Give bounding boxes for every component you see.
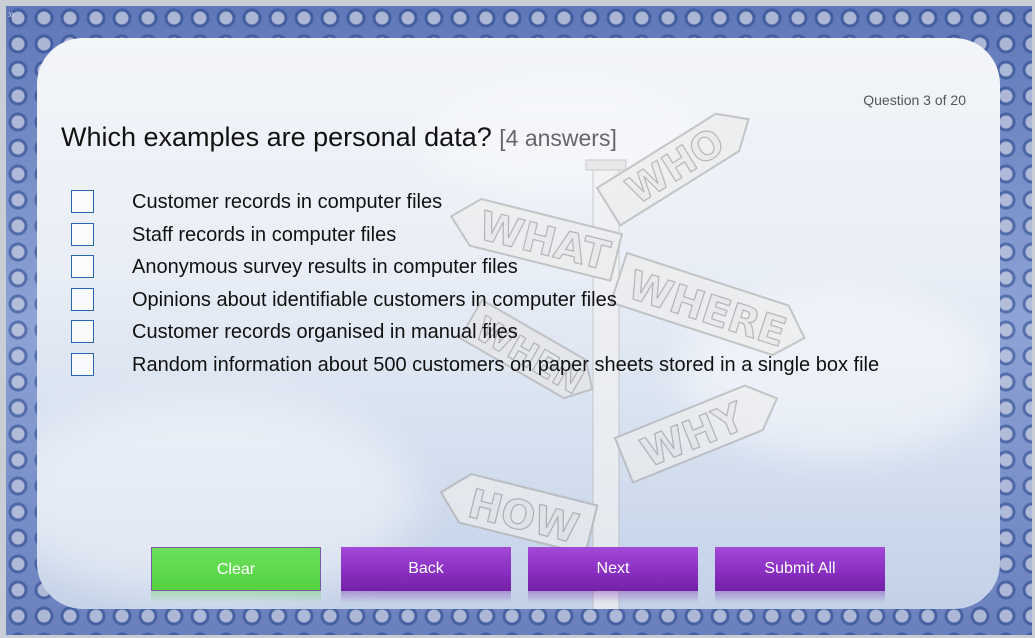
answer-count-hint: [4 answers] <box>499 125 617 151</box>
answer-checkbox[interactable] <box>71 255 94 279</box>
submit-all-button[interactable]: Submit All <box>715 547 885 591</box>
answer-label[interactable]: Staff records in computer files <box>132 224 396 247</box>
next-button[interactable]: Next <box>528 547 698 591</box>
back-button[interactable]: Back <box>341 547 511 591</box>
question-counter: Question 3 of 20 <box>863 92 966 108</box>
quiz-window: » WHO WHAT WHERE WHEN WHY HOW Question 3… <box>6 6 1032 635</box>
signpost-cap <box>585 159 627 171</box>
question-text: Which examples are personal data? <box>61 122 492 152</box>
answer-checkbox[interactable] <box>71 287 94 311</box>
answer-label[interactable]: Anonymous survey results in computer fil… <box>132 256 518 279</box>
question-card: WHO WHAT WHERE WHEN WHY HOW Question 3 o… <box>37 38 1000 609</box>
answer-label[interactable]: Opinions about identifiable customers in… <box>132 289 617 312</box>
answer-checkbox[interactable] <box>71 190 94 213</box>
answer-label[interactable]: Customer records in computer files <box>132 191 442 214</box>
button-reflection <box>151 591 321 603</box>
answer-label[interactable]: Random information about 500 customers o… <box>132 354 879 377</box>
answer-checkbox[interactable] <box>71 222 94 246</box>
button-reflection <box>341 591 511 603</box>
sign-label: WHERE <box>622 262 791 356</box>
answer-checkbox[interactable] <box>71 320 94 344</box>
double-chevron-right-icon[interactable]: » <box>8 7 15 21</box>
button-reflection <box>528 591 698 603</box>
button-reflection <box>715 591 885 603</box>
answer-label[interactable]: Customer records organised in manual fil… <box>132 321 518 344</box>
clear-button[interactable]: Clear <box>151 547 321 591</box>
answer-checkbox[interactable] <box>71 352 94 376</box>
sign-label: WHO <box>619 119 732 213</box>
question-title: Which examples are personal data? [4 ans… <box>61 122 617 153</box>
